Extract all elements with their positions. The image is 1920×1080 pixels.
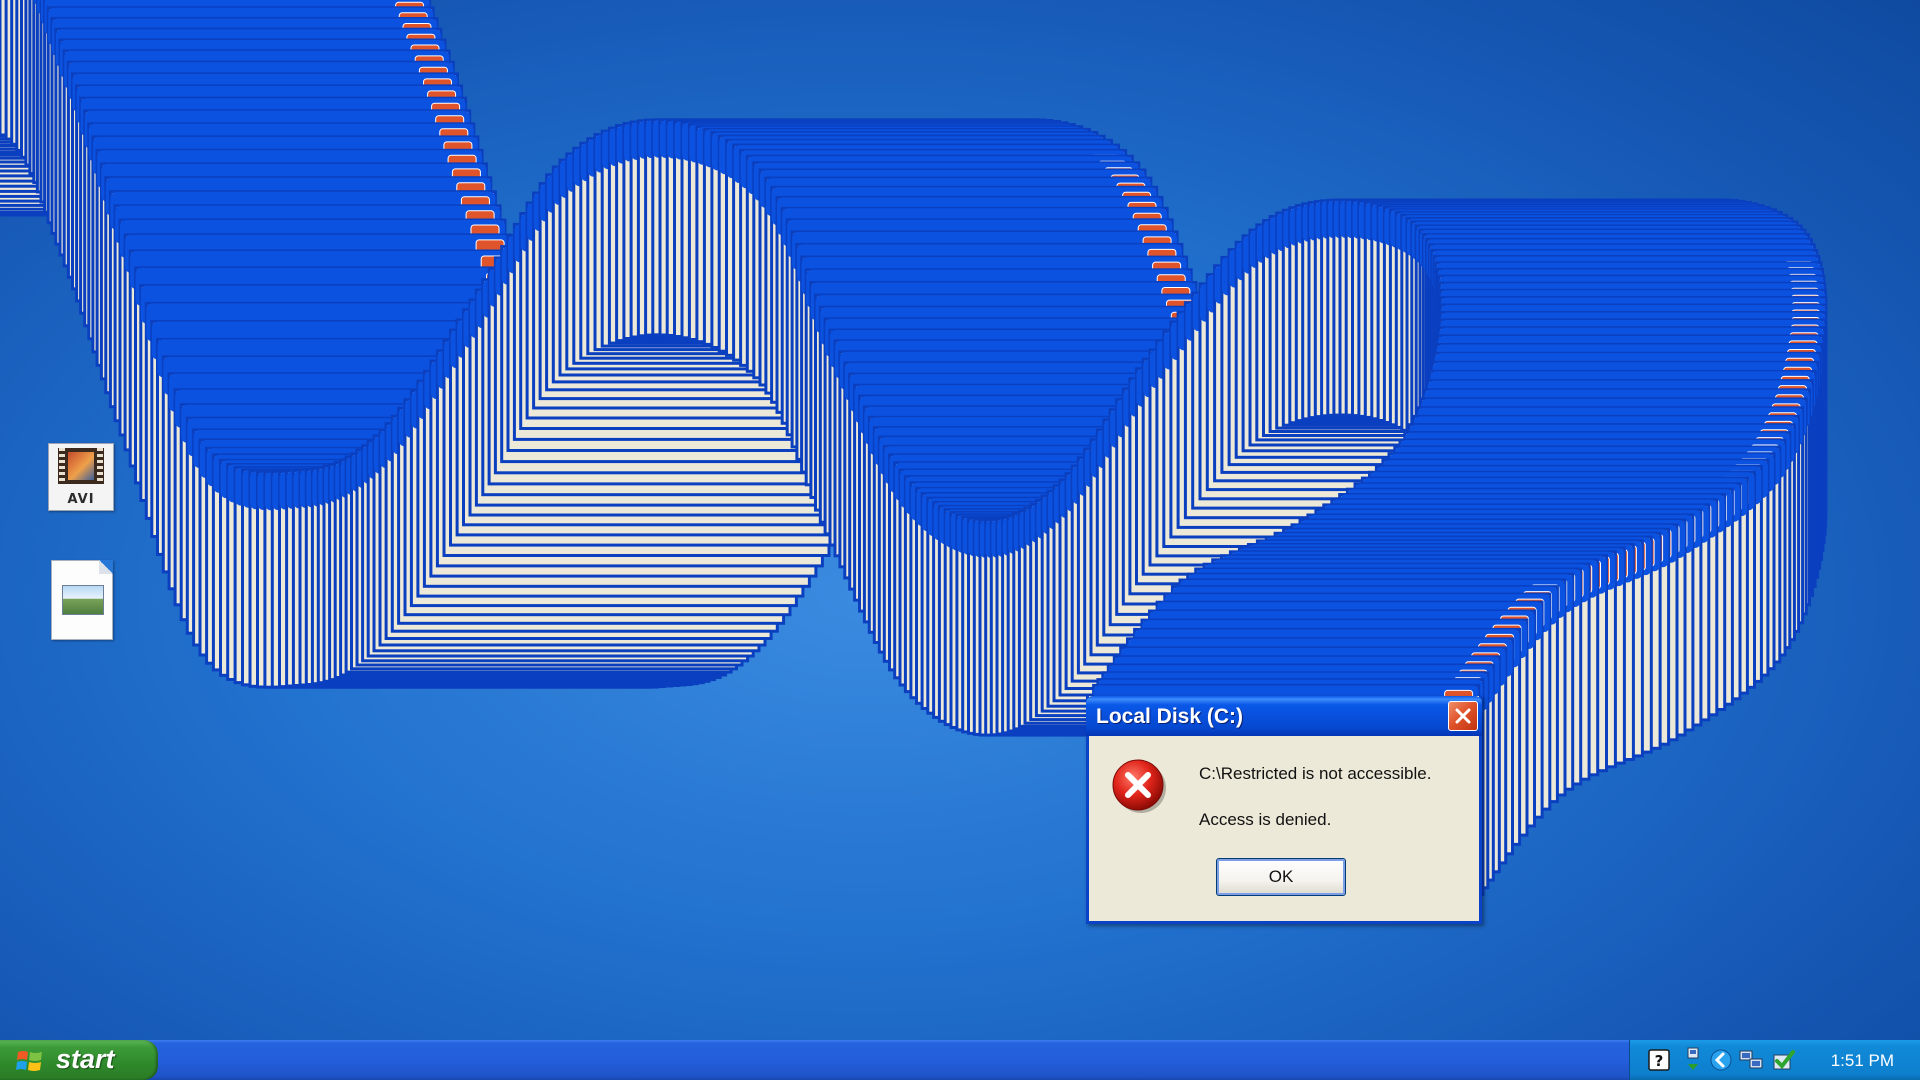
back-arrow-icon[interactable] (1710, 1049, 1732, 1071)
windows-logo-icon (16, 1051, 42, 1071)
svg-text:?: ? (1655, 1052, 1664, 1070)
error-icon (1112, 759, 1166, 813)
dialog-title: Local Disk (C:) (1096, 705, 1244, 728)
avi-document: AVI (48, 443, 114, 511)
image-file-icon[interactable] (44, 560, 124, 640)
help-icon[interactable]: ? (1648, 1049, 1670, 1071)
film-strip-icon (58, 448, 104, 484)
error-dialog: Local Disk (C:) C:\Restricted is not acc… (1086, 696, 1482, 924)
start-button[interactable]: start (0, 1040, 158, 1080)
landscape-picture-icon (62, 585, 104, 615)
ok-button[interactable]: OK (1216, 858, 1346, 896)
start-label: start (56, 1044, 115, 1074)
window-trail (0, 0, 1828, 902)
safely-remove-hardware-icon[interactable] (1682, 1046, 1704, 1074)
close-button[interactable] (1448, 701, 1478, 731)
close-icon (1455, 708, 1471, 724)
error-detail: Access is denied. (1199, 810, 1332, 829)
network-icon[interactable] (1738, 1049, 1766, 1071)
dialog-titlebar[interactable]: Local Disk (C:) (1086, 696, 1482, 736)
system-tray: ? 1:51 PM (1629, 1040, 1920, 1080)
image-document (51, 560, 113, 640)
clock[interactable]: 1:51 PM (1831, 1051, 1894, 1071)
film-frame (68, 452, 94, 480)
taskbar: start ? 1:51 PM (0, 1040, 1920, 1080)
security-check-icon[interactable] (1772, 1049, 1796, 1071)
desktop: AVI Local Disk (C:) C:\Restricted is not… (0, 0, 1920, 1080)
error-message: C:\Restricted is not accessible. (1199, 764, 1432, 783)
avi-label: AVI (67, 492, 95, 507)
avi-file-icon[interactable]: AVI (42, 443, 122, 523)
